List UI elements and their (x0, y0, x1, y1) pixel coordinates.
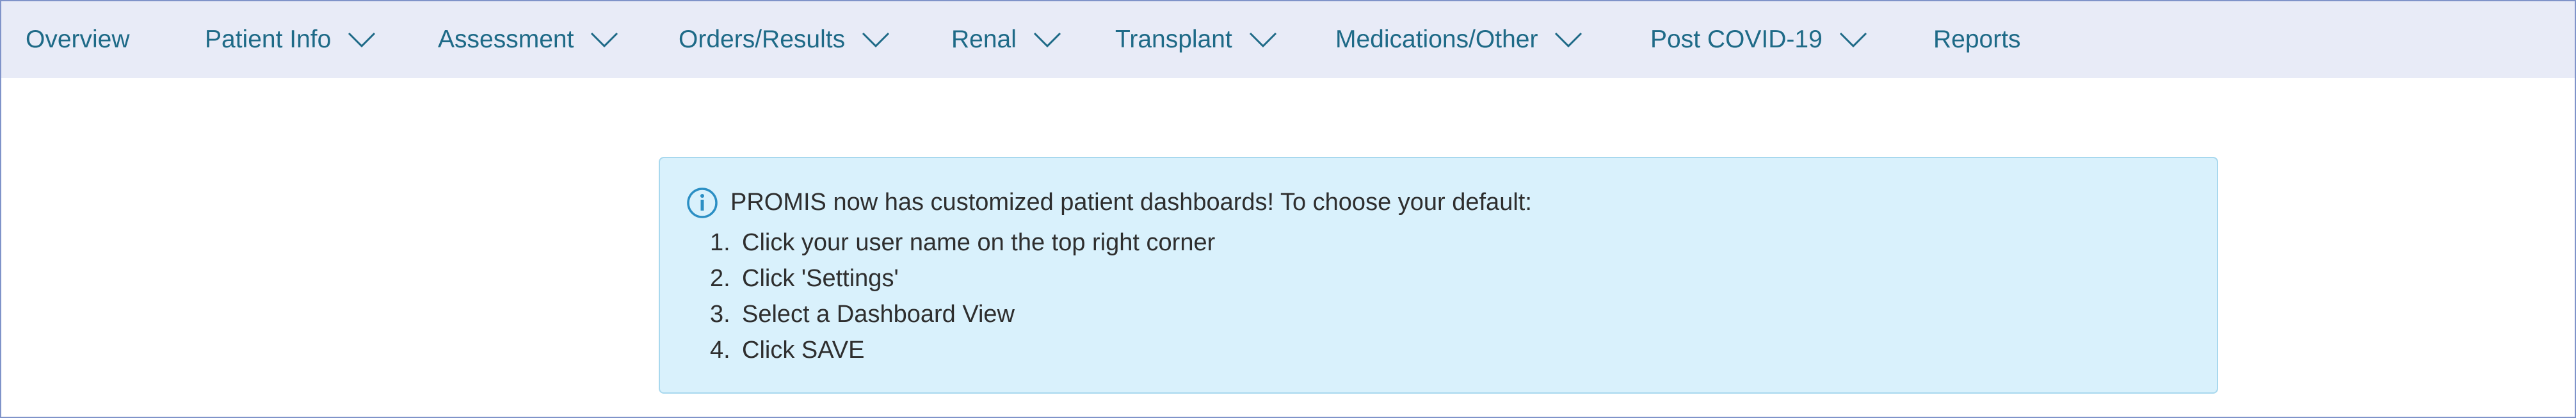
step-number: 3. (710, 301, 730, 328)
nav-item-assessment[interactable]: Assessment (438, 1, 618, 78)
notice-title: PROMIS now has customized patient dashbo… (730, 189, 1532, 216)
main-nav-bar: Overview Patient Info Assessment Orders/… (1, 1, 2575, 78)
chevron-down-icon (1839, 31, 1867, 48)
step-text: Select a Dashboard View (742, 301, 1015, 328)
notice-step: 1. Click your user name on the top right … (710, 225, 1215, 261)
nav-item-reports[interactable]: Reports (1933, 1, 2021, 78)
nav-item-label: Post COVID-19 (1650, 26, 1823, 53)
step-text: Click SAVE (742, 337, 865, 364)
step-text: Click your user name on the top right co… (742, 229, 1216, 256)
nav-item-label: Transplant (1115, 26, 1232, 53)
nav-item-medications-other[interactable]: Medications/Other (1335, 1, 1582, 78)
notice-step: 3. Select a Dashboard View (710, 296, 1215, 332)
nav-item-orders-results[interactable]: Orders/Results (679, 1, 890, 78)
step-number: 2. (710, 265, 730, 292)
chevron-down-icon (590, 31, 618, 48)
nav-item-overview[interactable]: Overview (26, 1, 130, 78)
nav-item-label: Patient Info (205, 26, 332, 53)
chevron-down-icon (1033, 31, 1061, 48)
nav-item-post-covid-19[interactable]: Post COVID-19 (1650, 1, 1867, 78)
notice-step: 4. Click SAVE (710, 332, 1215, 368)
dashboard-info-notice: PROMIS now has customized patient dashbo… (659, 157, 2218, 394)
chevron-down-icon (348, 31, 376, 48)
chevron-down-icon (1554, 31, 1582, 48)
nav-item-label: Assessment (438, 26, 574, 53)
chevron-down-icon (1249, 31, 1277, 48)
chevron-down-icon (862, 31, 890, 48)
page-frame: Overview Patient Info Assessment Orders/… (0, 0, 2576, 418)
step-text: Click 'Settings' (742, 265, 899, 292)
nav-item-label: Overview (26, 26, 130, 53)
nav-item-label: Medications/Other (1335, 26, 1538, 53)
nav-item-patient-info[interactable]: Patient Info (205, 1, 376, 78)
nav-item-label: Orders/Results (679, 26, 846, 53)
info-icon (686, 186, 719, 220)
step-number: 1. (710, 229, 730, 256)
notice-steps-list: 1. Click your user name on the top right … (710, 225, 1215, 368)
nav-item-label: Reports (1933, 26, 2021, 53)
nav-item-transplant[interactable]: Transplant (1115, 1, 1277, 78)
notice-step: 2. Click 'Settings' (710, 261, 1215, 296)
nav-item-label: Renal (951, 26, 1017, 53)
nav-item-renal[interactable]: Renal (951, 1, 1061, 78)
step-number: 4. (710, 337, 730, 364)
